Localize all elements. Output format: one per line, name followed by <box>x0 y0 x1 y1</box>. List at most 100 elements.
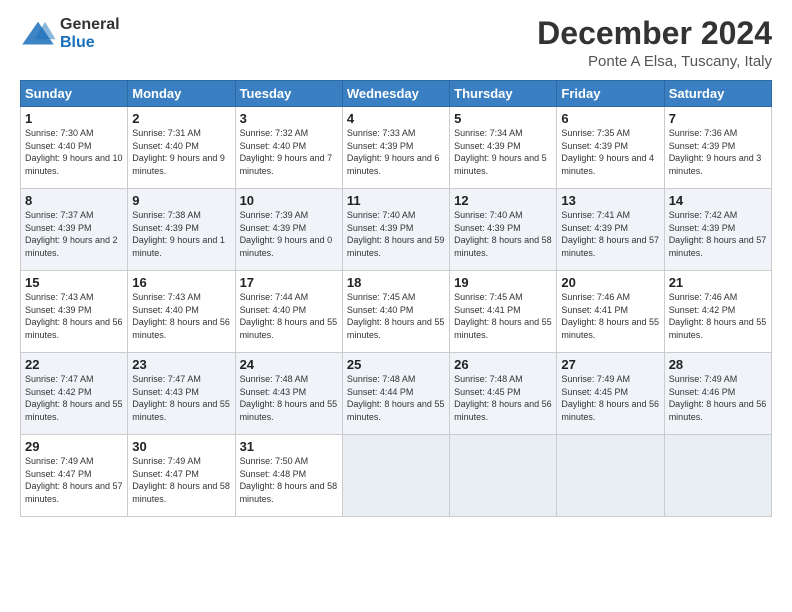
day-info: Sunrise: 7:49 AMSunset: 4:47 PMDaylight:… <box>132 455 230 505</box>
day-number: 9 <box>132 193 230 208</box>
calendar-cell: 14Sunrise: 7:42 AMSunset: 4:39 PMDayligh… <box>664 189 771 271</box>
calendar-cell: 21Sunrise: 7:46 AMSunset: 4:42 PMDayligh… <box>664 271 771 353</box>
day-number: 17 <box>240 275 338 290</box>
day-number: 14 <box>669 193 767 208</box>
logo: General Blue <box>20 16 120 52</box>
week-row-3: 15Sunrise: 7:43 AMSunset: 4:39 PMDayligh… <box>21 271 772 353</box>
day-info: Sunrise: 7:49 AMSunset: 4:46 PMDaylight:… <box>669 373 767 423</box>
day-number: 29 <box>25 439 123 454</box>
week-row-5: 29Sunrise: 7:49 AMSunset: 4:47 PMDayligh… <box>21 435 772 517</box>
day-number: 13 <box>561 193 659 208</box>
calendar-cell: 5Sunrise: 7:34 AMSunset: 4:39 PMDaylight… <box>450 107 557 189</box>
calendar-cell: 8Sunrise: 7:37 AMSunset: 4:39 PMDaylight… <box>21 189 128 271</box>
calendar-cell <box>342 435 449 517</box>
calendar-cell: 22Sunrise: 7:47 AMSunset: 4:42 PMDayligh… <box>21 353 128 435</box>
day-number: 15 <box>25 275 123 290</box>
header-friday: Friday <box>557 81 664 107</box>
calendar-cell: 27Sunrise: 7:49 AMSunset: 4:45 PMDayligh… <box>557 353 664 435</box>
day-number: 3 <box>240 111 338 126</box>
day-info: Sunrise: 7:32 AMSunset: 4:40 PMDaylight:… <box>240 127 338 177</box>
header-tuesday: Tuesday <box>235 81 342 107</box>
calendar-header-row: SundayMondayTuesdayWednesdayThursdayFrid… <box>21 81 772 107</box>
day-info: Sunrise: 7:41 AMSunset: 4:39 PMDaylight:… <box>561 209 659 259</box>
header-sunday: Sunday <box>21 81 128 107</box>
day-info: Sunrise: 7:49 AMSunset: 4:47 PMDaylight:… <box>25 455 123 505</box>
day-info: Sunrise: 7:49 AMSunset: 4:45 PMDaylight:… <box>561 373 659 423</box>
week-row-1: 1Sunrise: 7:30 AMSunset: 4:40 PMDaylight… <box>21 107 772 189</box>
calendar-cell: 1Sunrise: 7:30 AMSunset: 4:40 PMDaylight… <box>21 107 128 189</box>
day-number: 24 <box>240 357 338 372</box>
day-number: 12 <box>454 193 552 208</box>
day-info: Sunrise: 7:30 AMSunset: 4:40 PMDaylight:… <box>25 127 123 177</box>
day-info: Sunrise: 7:43 AMSunset: 4:39 PMDaylight:… <box>25 291 123 341</box>
day-number: 6 <box>561 111 659 126</box>
logo-icon <box>20 20 56 48</box>
day-number: 19 <box>454 275 552 290</box>
calendar-cell: 10Sunrise: 7:39 AMSunset: 4:39 PMDayligh… <box>235 189 342 271</box>
day-info: Sunrise: 7:45 AMSunset: 4:41 PMDaylight:… <box>454 291 552 341</box>
calendar-cell: 16Sunrise: 7:43 AMSunset: 4:40 PMDayligh… <box>128 271 235 353</box>
day-info: Sunrise: 7:35 AMSunset: 4:39 PMDaylight:… <box>561 127 659 177</box>
day-number: 22 <box>25 357 123 372</box>
day-info: Sunrise: 7:36 AMSunset: 4:39 PMDaylight:… <box>669 127 767 177</box>
day-number: 30 <box>132 439 230 454</box>
calendar-cell: 18Sunrise: 7:45 AMSunset: 4:40 PMDayligh… <box>342 271 449 353</box>
day-number: 1 <box>25 111 123 126</box>
day-info: Sunrise: 7:40 AMSunset: 4:39 PMDaylight:… <box>454 209 552 259</box>
day-number: 20 <box>561 275 659 290</box>
header-thursday: Thursday <box>450 81 557 107</box>
calendar-cell <box>664 435 771 517</box>
header-wednesday: Wednesday <box>342 81 449 107</box>
calendar-cell: 17Sunrise: 7:44 AMSunset: 4:40 PMDayligh… <box>235 271 342 353</box>
header-monday: Monday <box>128 81 235 107</box>
calendar-cell: 7Sunrise: 7:36 AMSunset: 4:39 PMDaylight… <box>664 107 771 189</box>
week-row-4: 22Sunrise: 7:47 AMSunset: 4:42 PMDayligh… <box>21 353 772 435</box>
day-number: 28 <box>669 357 767 372</box>
day-info: Sunrise: 7:39 AMSunset: 4:39 PMDaylight:… <box>240 209 338 259</box>
day-number: 26 <box>454 357 552 372</box>
day-number: 5 <box>454 111 552 126</box>
day-number: 2 <box>132 111 230 126</box>
calendar-cell: 19Sunrise: 7:45 AMSunset: 4:41 PMDayligh… <box>450 271 557 353</box>
calendar-cell <box>557 435 664 517</box>
day-info: Sunrise: 7:38 AMSunset: 4:39 PMDaylight:… <box>132 209 230 259</box>
title-block: December 2024 Ponte A Elsa, Tuscany, Ita… <box>537 16 772 70</box>
day-info: Sunrise: 7:45 AMSunset: 4:40 PMDaylight:… <box>347 291 445 341</box>
calendar-cell: 30Sunrise: 7:49 AMSunset: 4:47 PMDayligh… <box>128 435 235 517</box>
day-number: 31 <box>240 439 338 454</box>
header: General Blue December 2024 Ponte A Elsa,… <box>20 16 772 70</box>
day-number: 21 <box>669 275 767 290</box>
calendar-cell: 2Sunrise: 7:31 AMSunset: 4:40 PMDaylight… <box>128 107 235 189</box>
day-info: Sunrise: 7:43 AMSunset: 4:40 PMDaylight:… <box>132 291 230 341</box>
day-number: 23 <box>132 357 230 372</box>
calendar-cell: 3Sunrise: 7:32 AMSunset: 4:40 PMDaylight… <box>235 107 342 189</box>
day-info: Sunrise: 7:47 AMSunset: 4:42 PMDaylight:… <box>25 373 123 423</box>
day-number: 27 <box>561 357 659 372</box>
calendar-cell: 24Sunrise: 7:48 AMSunset: 4:43 PMDayligh… <box>235 353 342 435</box>
calendar-cell: 11Sunrise: 7:40 AMSunset: 4:39 PMDayligh… <box>342 189 449 271</box>
day-number: 8 <box>25 193 123 208</box>
day-number: 18 <box>347 275 445 290</box>
day-info: Sunrise: 7:47 AMSunset: 4:43 PMDaylight:… <box>132 373 230 423</box>
day-info: Sunrise: 7:33 AMSunset: 4:39 PMDaylight:… <box>347 127 445 177</box>
day-info: Sunrise: 7:46 AMSunset: 4:42 PMDaylight:… <box>669 291 767 341</box>
day-info: Sunrise: 7:34 AMSunset: 4:39 PMDaylight:… <box>454 127 552 177</box>
day-info: Sunrise: 7:48 AMSunset: 4:44 PMDaylight:… <box>347 373 445 423</box>
calendar-cell: 15Sunrise: 7:43 AMSunset: 4:39 PMDayligh… <box>21 271 128 353</box>
day-info: Sunrise: 7:48 AMSunset: 4:45 PMDaylight:… <box>454 373 552 423</box>
header-saturday: Saturday <box>664 81 771 107</box>
calendar-cell: 13Sunrise: 7:41 AMSunset: 4:39 PMDayligh… <box>557 189 664 271</box>
day-number: 4 <box>347 111 445 126</box>
location-title: Ponte A Elsa, Tuscany, Italy <box>537 53 772 70</box>
calendar-cell: 20Sunrise: 7:46 AMSunset: 4:41 PMDayligh… <box>557 271 664 353</box>
calendar-table: SundayMondayTuesdayWednesdayThursdayFrid… <box>20 80 772 517</box>
day-number: 7 <box>669 111 767 126</box>
calendar-cell <box>450 435 557 517</box>
day-info: Sunrise: 7:50 AMSunset: 4:48 PMDaylight:… <box>240 455 338 505</box>
calendar-cell: 9Sunrise: 7:38 AMSunset: 4:39 PMDaylight… <box>128 189 235 271</box>
calendar-cell: 6Sunrise: 7:35 AMSunset: 4:39 PMDaylight… <box>557 107 664 189</box>
page: General Blue December 2024 Ponte A Elsa,… <box>0 0 792 527</box>
day-info: Sunrise: 7:31 AMSunset: 4:40 PMDaylight:… <box>132 127 230 177</box>
day-info: Sunrise: 7:46 AMSunset: 4:41 PMDaylight:… <box>561 291 659 341</box>
day-info: Sunrise: 7:42 AMSunset: 4:39 PMDaylight:… <box>669 209 767 259</box>
